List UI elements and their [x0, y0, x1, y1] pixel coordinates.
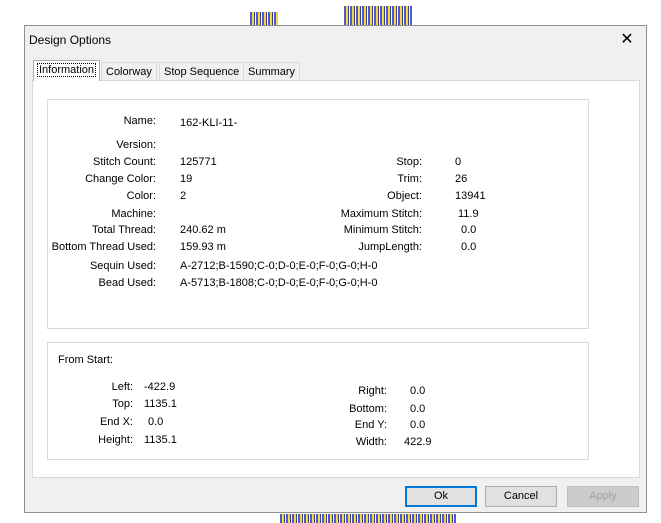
maximum-stitch-label: Maximum Stitch: — [340, 208, 422, 220]
right-value: 0.0 — [410, 385, 426, 397]
background-design-fragment-left — [250, 12, 278, 26]
version-label: Version: — [116, 139, 156, 151]
background-design-fragment-bottom — [280, 514, 456, 523]
sequin-used-value: A-2712;B-1590;C-0;D-0;E-0;F-0;G-0;H-0 — [180, 260, 378, 272]
tab-stop-sequence[interactable]: Stop Sequence — [159, 62, 245, 80]
dialog-title: Design Options — [29, 33, 112, 47]
tab-colorway[interactable]: Colorway — [101, 62, 157, 80]
end-y-value: 0.0 — [410, 419, 426, 431]
left-label: Left: — [111, 381, 133, 393]
stitch-count-label: Stitch Count: — [93, 156, 156, 168]
stitch-count-value: 125771 — [180, 156, 217, 168]
maximum-stitch-value: 11.9 — [458, 208, 479, 220]
height-label: Height: — [98, 434, 133, 446]
change-color-value: 19 — [180, 173, 193, 185]
apply-button[interactable]: Apply — [567, 486, 639, 507]
trim-label: Trim: — [397, 173, 422, 185]
total-thread-label: Total Thread: — [91, 224, 156, 236]
change-color-label: Change Color: — [85, 173, 156, 185]
tab-information[interactable]: Information — [33, 60, 101, 81]
bead-used-value: A-5713;B-1808;C-0;D-0;E-0;F-0;G-0;H-0 — [180, 277, 378, 289]
close-icon[interactable]: ✕ — [614, 28, 640, 52]
left-value: -422.9 — [144, 381, 176, 393]
color-value: 2 — [180, 190, 187, 202]
bead-used-label: Bead Used: — [98, 277, 156, 289]
top-value: 1135.1 — [144, 398, 177, 410]
bottom-thread-value: 159.93 m — [180, 241, 226, 253]
tab-summary[interactable]: Summary — [243, 62, 301, 80]
name-value: 162-KLI-11- — [180, 117, 238, 129]
width-label: Width: — [355, 436, 387, 448]
minimum-stitch-label: Minimum Stitch: — [343, 224, 422, 236]
total-thread-value: 240.62 m — [180, 224, 226, 236]
bottom-value: 0.0 — [410, 403, 426, 415]
sequin-used-label: Sequin Used: — [89, 260, 156, 272]
width-value: 422.9 — [404, 436, 432, 448]
minimum-stitch-value: 0.0 — [461, 224, 477, 236]
ok-button[interactable]: Ok — [405, 486, 477, 507]
stop-value: 0 — [455, 156, 462, 168]
right-label: Right: — [358, 385, 387, 397]
from-start-group: From Start: Left: -422.9 Top: 1135.1 End… — [47, 342, 589, 460]
trim-value: 26 — [455, 173, 468, 185]
bottom-thread-label: Bottom Thread Used: — [51, 241, 156, 253]
jump-length-value: 0.0 — [461, 241, 477, 253]
jump-length-label: JumpLength: — [358, 241, 422, 253]
design-info-group: Name: 162-KLI-11- Version: Stitch Count:… — [47, 99, 589, 329]
end-x-value: 0.0 — [148, 416, 164, 428]
top-label: Top: — [112, 398, 133, 410]
object-value: 13941 — [455, 190, 486, 202]
end-y-label: End Y: — [354, 419, 387, 431]
color-label: Color: — [126, 190, 156, 202]
cancel-button[interactable]: Cancel — [485, 486, 557, 507]
name-label: Name: — [123, 115, 156, 127]
height-value: 1135.1 — [144, 434, 177, 446]
design-options-dialog: Design Options ✕ Information Colorway St… — [24, 25, 647, 513]
background-design-fragment-center — [344, 6, 412, 26]
object-label: Object: — [387, 190, 422, 202]
from-start-heading: From Start: — [58, 354, 114, 366]
end-x-label: End X: — [99, 416, 133, 428]
bottom-label: Bottom: — [349, 403, 387, 415]
stop-label: Stop: — [396, 156, 422, 168]
machine-label: Machine: — [111, 208, 156, 220]
information-panel: Name: 162-KLI-11- Version: Stitch Count:… — [32, 80, 640, 478]
